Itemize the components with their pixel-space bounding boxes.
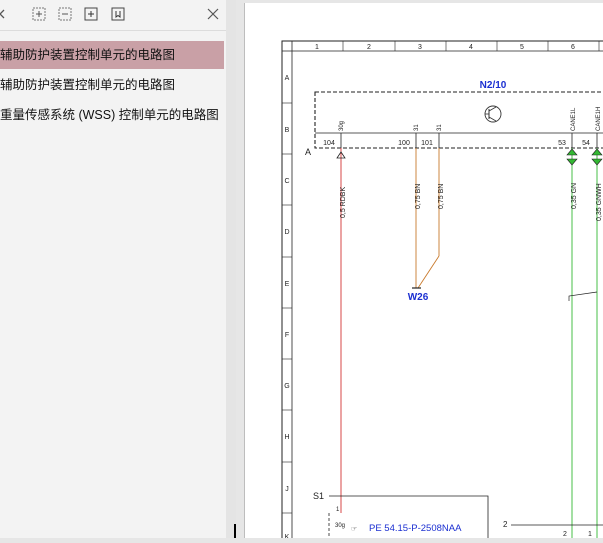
close-icon[interactable]: [205, 6, 221, 22]
ground-label: W26: [408, 292, 429, 303]
row-letter: K: [285, 534, 290, 538]
row-letter: D: [284, 229, 289, 236]
bookmarks-toolbar: [0, 0, 226, 31]
column-number: 1: [315, 44, 319, 51]
column-number: 4: [469, 44, 473, 51]
expand-all-icon[interactable]: [31, 6, 47, 22]
pin-tag: 30g: [339, 121, 345, 131]
row-letter: C: [284, 178, 289, 185]
pin-number: 1: [336, 507, 340, 513]
pin-tag: CANE1H: [596, 107, 602, 131]
document-page: 1 2 3 4 5 6 A B C D E F G H J K N2/10 A …: [244, 3, 603, 543]
row-letter: B: [285, 127, 290, 134]
reference-link[interactable]: PE 54.15-P-2508NAA: [369, 523, 462, 534]
switch-label: S1: [313, 491, 324, 501]
bookmark-item-label: 辅助防护装置控制单元的电路图: [0, 48, 176, 62]
pin-tag: 31: [437, 124, 443, 131]
wire-label: 0,35 GN: [571, 183, 578, 209]
pin-number: 2: [563, 531, 567, 538]
bookmark-item-label: 辅助防护装置控制单元的电路图: [0, 78, 176, 92]
pin-number: 54: [582, 140, 590, 147]
collapse-all-icon[interactable]: [57, 6, 73, 22]
row-letter: E: [285, 281, 290, 288]
bookmark-item[interactable]: 辅助防护装置控制单元的电路图: [0, 41, 224, 69]
wire-label: 0,5 RDBK: [340, 187, 347, 218]
pin-number: 1: [588, 531, 592, 538]
transistor-icon: [484, 105, 502, 123]
add-bookmark-icon[interactable]: [83, 6, 99, 22]
connector-label: A: [305, 147, 311, 157]
column-number: 5: [520, 44, 524, 51]
panel-splitter[interactable]: [226, 0, 236, 538]
row-letter: H: [284, 434, 289, 441]
bookmark-icon[interactable]: [110, 6, 126, 22]
pin-tag: 31: [414, 124, 420, 131]
bookmark-item[interactable]: 重量传感系统 (WSS) 控制单元的电路图: [0, 101, 224, 129]
column-number: 2: [367, 44, 371, 51]
wire-label: 0,75 BN: [438, 184, 445, 209]
row-letter: J: [285, 486, 289, 493]
component-label: N2/10: [480, 80, 507, 91]
wiring-diagram: 1 2 3 4 5 6 A B C D E F G H J K N2/10 A …: [281, 40, 603, 543]
pin-number: 53: [558, 140, 566, 147]
pin-tag: 30g: [335, 523, 345, 529]
pin-tag: CANE1L: [571, 107, 577, 131]
column-number: 6: [571, 44, 575, 51]
row-letter: G: [284, 383, 289, 390]
bookmarks-panel: 辅助防护装置控制单元的电路图 辅助防护装置控制单元的电路图 重量传感系统 (WS…: [0, 0, 227, 538]
chevron-left-icon[interactable]: [0, 6, 10, 22]
column-number: 3: [418, 44, 422, 51]
row-letter: F: [285, 332, 289, 339]
pin-number: 104: [323, 140, 335, 147]
row-letter: A: [285, 75, 290, 82]
hand-pointer-icon: ☞: [351, 526, 357, 533]
pin-number: 2: [503, 520, 508, 529]
pin-number: 101: [421, 140, 433, 147]
bookmark-item-label: 重量传感系统 (WSS) 控制单元的电路图: [0, 108, 219, 122]
bookmark-item[interactable]: 辅助防护装置控制单元的电路图: [0, 71, 224, 99]
pin-number: 100: [398, 140, 410, 147]
wire-label: 0,35 GNWH: [596, 183, 603, 221]
wire-label: 0,75 BN: [415, 184, 422, 209]
